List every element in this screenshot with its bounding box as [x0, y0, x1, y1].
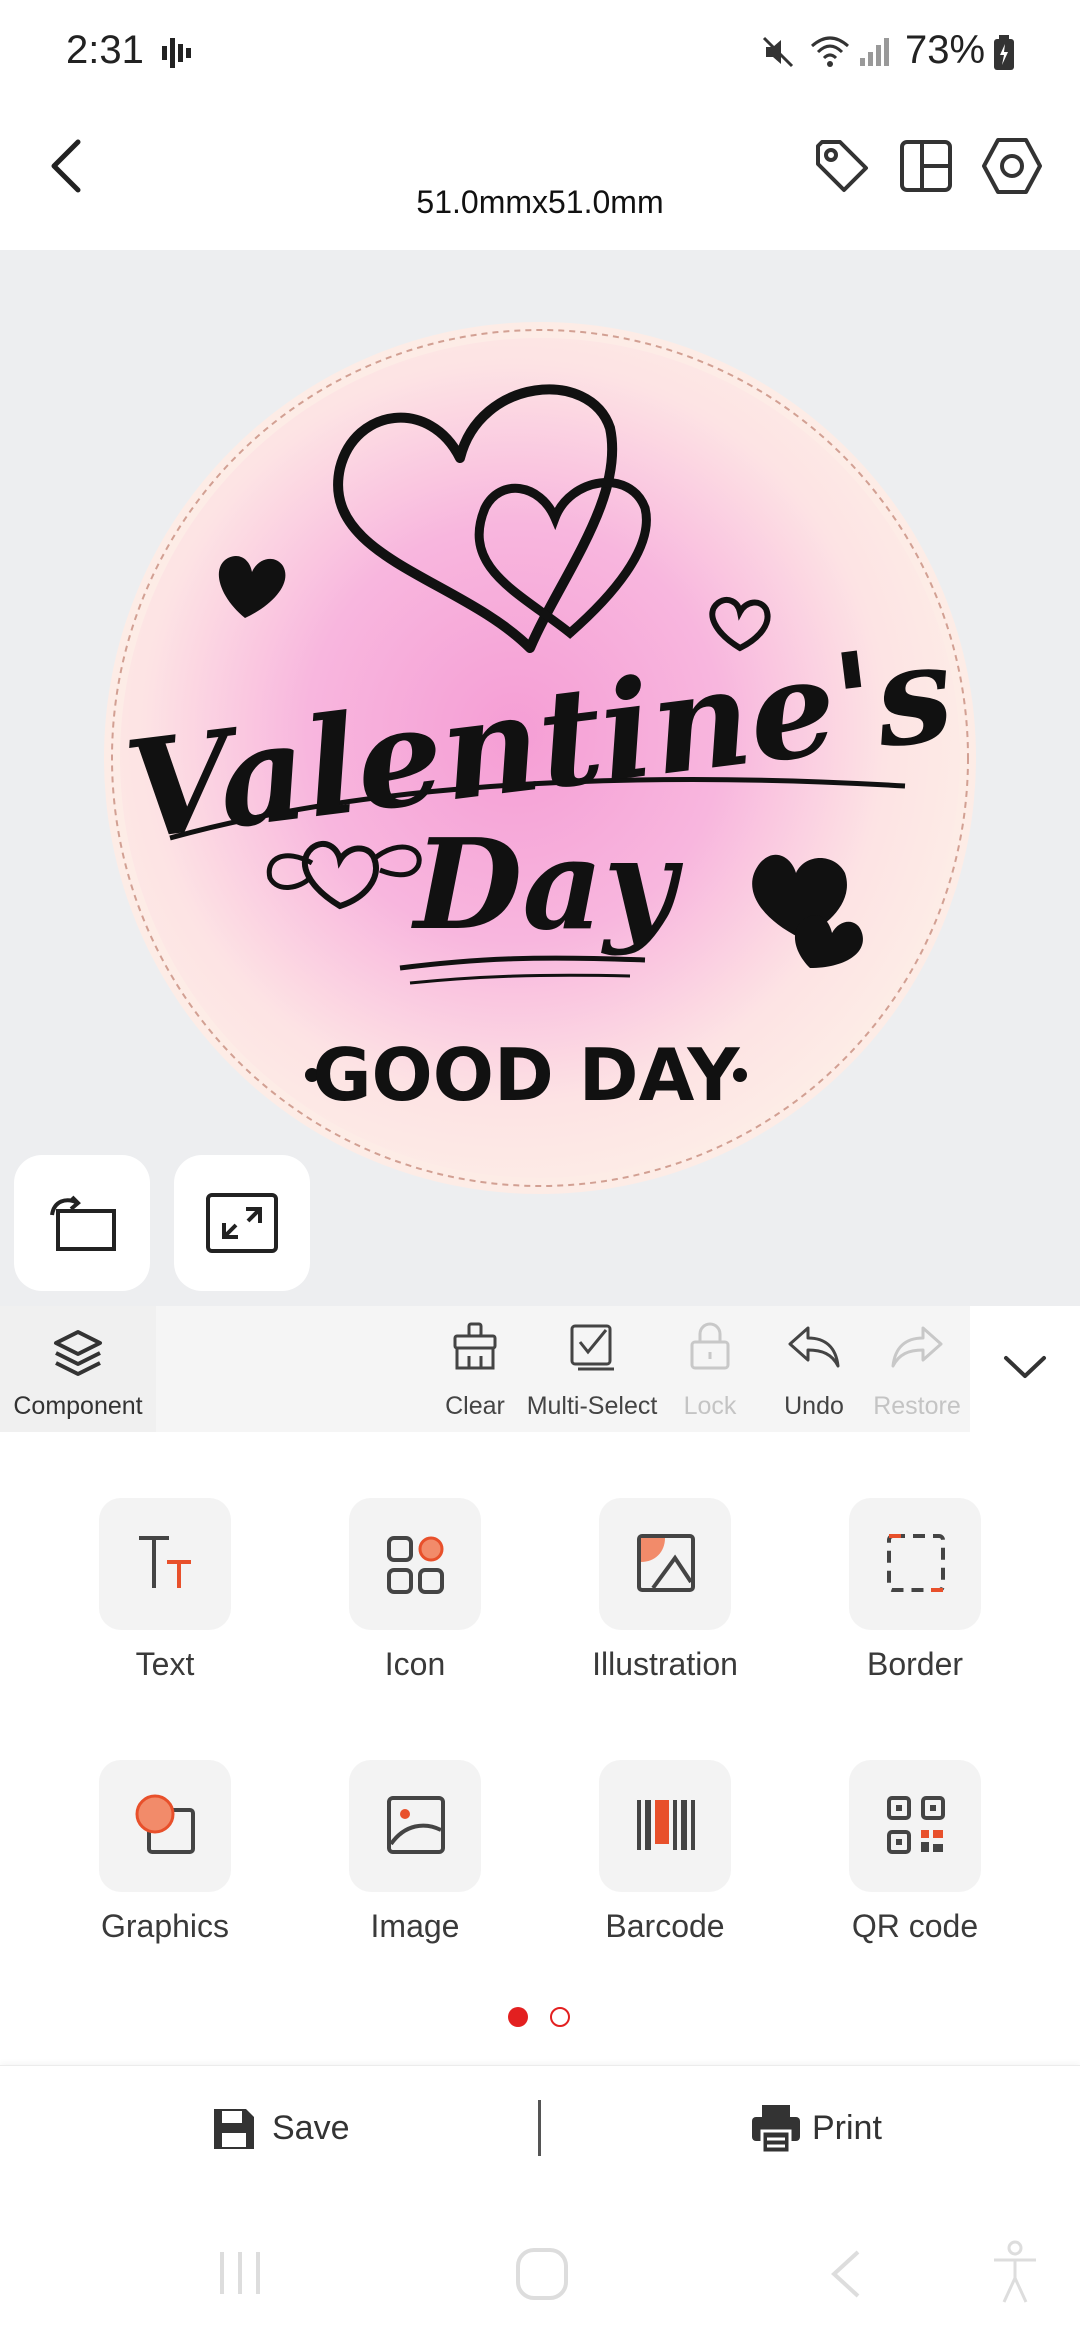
label-title-line2: Day — [411, 812, 683, 958]
label-subtitle: GOOD DAY — [312, 1033, 740, 1117]
barcode-label: Barcode — [605, 1908, 725, 1944]
graphics-icon — [135, 1794, 195, 1854]
home-icon[interactable] — [514, 2246, 570, 2302]
pager-dot-active[interactable] — [508, 2007, 528, 2027]
printer-icon — [752, 2105, 800, 2155]
status-bar: 2:31 73% — [0, 0, 1080, 105]
component-tab[interactable]: Component — [0, 1306, 156, 1432]
chevron-down-icon — [1004, 1356, 1046, 1378]
undo-icon — [788, 1326, 840, 1368]
component-border[interactable]: Border — [790, 1498, 1040, 1698]
border-icon — [887, 1534, 945, 1592]
restore-label: Restore — [873, 1392, 961, 1420]
cell-signal-icon — [860, 38, 889, 66]
component-tab-label: Component — [13, 1392, 143, 1420]
layout-icon[interactable] — [898, 138, 954, 194]
label-design[interactable]: Valentine's Day GOOD DAY — [100, 318, 980, 1198]
qrcode-icon — [887, 1796, 945, 1854]
illustration-label: Illustration — [592, 1646, 738, 1682]
component-icon[interactable]: Icon — [290, 1498, 540, 1698]
rotate-icon — [50, 1195, 116, 1251]
nav-back-icon[interactable] — [826, 2246, 866, 2302]
barcode-icon — [637, 1800, 695, 1850]
signal-activity-icon — [162, 38, 191, 68]
recent-apps-icon[interactable] — [216, 2248, 266, 2298]
wifi-icon — [811, 36, 849, 67]
action-divider — [538, 2100, 541, 2156]
component-barcode[interactable]: Barcode — [540, 1760, 790, 1960]
text-icon — [139, 1536, 191, 1588]
border-label: Border — [866, 1646, 964, 1682]
battery-percent: 73% — [905, 28, 986, 72]
layers-icon — [54, 1330, 102, 1376]
brush-icon — [453, 1322, 497, 1370]
component-qrcode[interactable]: QR code — [790, 1760, 1040, 1960]
icon-label: Icon — [384, 1646, 446, 1682]
save-icon — [214, 2109, 254, 2149]
pager-dot-inactive[interactable] — [550, 2007, 570, 2027]
component-illustration[interactable]: Illustration — [540, 1498, 790, 1698]
save-label: Save — [272, 2109, 350, 2147]
battery-icon — [994, 35, 1014, 70]
rotate-button[interactable] — [14, 1155, 150, 1291]
illustration-icon — [637, 1534, 695, 1592]
tag-icon[interactable] — [812, 136, 872, 196]
image-label: Image — [370, 1908, 460, 1944]
qrcode-label: QR code — [851, 1908, 979, 1944]
settings-icon[interactable] — [980, 136, 1044, 196]
print-label: Print — [812, 2109, 882, 2147]
mute-icon — [762, 36, 794, 68]
component-graphics[interactable]: Graphics — [40, 1760, 290, 1960]
expand-icon — [206, 1193, 278, 1253]
lock-icon — [690, 1322, 730, 1370]
fit-screen-button[interactable] — [174, 1155, 310, 1291]
print-button[interactable]: Print — [720, 2085, 980, 2175]
graphics-label: Graphics — [100, 1908, 230, 1944]
component-text[interactable]: Text — [40, 1498, 290, 1698]
collapse-toolbar-button[interactable] — [970, 1306, 1080, 1432]
image-icon — [387, 1796, 445, 1854]
text-label: Text — [135, 1646, 195, 1682]
status-time: 2:31 — [66, 28, 144, 72]
accessibility-icon[interactable] — [990, 2240, 1040, 2306]
system-nav-bar — [0, 2196, 1080, 2340]
save-button[interactable]: Save — [180, 2085, 550, 2175]
component-image[interactable]: Image — [290, 1760, 540, 1960]
icon-grid-icon — [387, 1536, 444, 1594]
redo-icon — [891, 1326, 943, 1368]
multiselect-icon — [570, 1324, 614, 1371]
restore-button[interactable]: Restore — [847, 1316, 987, 1428]
